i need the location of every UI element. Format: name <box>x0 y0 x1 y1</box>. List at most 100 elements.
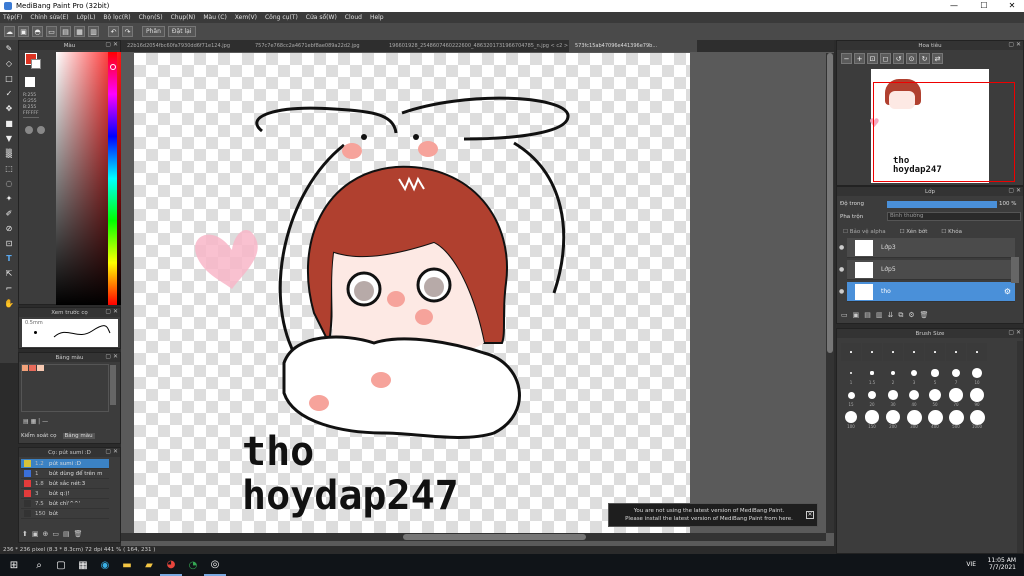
color-slider-icon[interactable] <box>37 126 45 134</box>
menu-window[interactable]: Cửa sổ(W) <box>306 14 337 21</box>
gradient-tool-icon[interactable]: ▒ <box>2 147 16 160</box>
lasso-tool-icon[interactable]: ◌ <box>2 177 16 190</box>
layer-settings-icon[interactable]: ⚙ <box>908 311 914 320</box>
menu-color[interactable]: Màu (C) <box>203 14 226 21</box>
brush-size-option[interactable]: 400 <box>925 409 945 429</box>
brush-size-option[interactable]: 90 <box>967 387 987 407</box>
brush-size-option[interactable]: 40 <box>904 387 924 407</box>
brush-size-option[interactable]: 300 <box>904 409 924 429</box>
brush-copy-icon[interactable]: ▣ <box>32 530 39 538</box>
protect-alpha-checkbox[interactable]: ☐ Bảo vệ alpha <box>843 229 886 235</box>
brush-add-icon[interactable]: ⬆ <box>22 530 28 538</box>
document-canvas[interactable]: tho hoydap247 <box>134 53 690 533</box>
chrome-2-icon[interactable]: ◔ <box>182 554 204 576</box>
chrome-icon[interactable]: ◕ <box>160 554 182 576</box>
brush-list-item[interactable]: 3 bút q:)! <box>21 489 109 499</box>
save-icon[interactable]: ▣ <box>18 26 29 37</box>
tab-document-3[interactable]: 196601928_2548607460222600_4863201731966… <box>383 40 569 52</box>
menu-edit[interactable]: Chỉnh sửa(E) <box>30 14 68 21</box>
palette-swatch-1[interactable] <box>21 364 28 371</box>
transparent-color-swatch[interactable] <box>25 77 35 87</box>
hue-slider[interactable] <box>108 52 117 305</box>
brush-size-option[interactable]: 30 <box>883 387 903 407</box>
brush-size-option-small[interactable] <box>841 343 861 361</box>
reset-button[interactable]: Đặt lại <box>167 26 196 37</box>
bucket-tool-icon[interactable]: ▼ <box>2 132 16 145</box>
brush-size-option[interactable]: 3 <box>904 365 924 385</box>
tab-document-4[interactable]: 573fc15ab47096e441396e79b... <box>569 40 697 52</box>
clipping-checkbox[interactable]: ☐ Xén bớt <box>900 229 928 235</box>
eraser-tool-icon[interactable]: ◇ <box>2 57 16 70</box>
comment-icon[interactable]: ◓ <box>32 26 43 37</box>
brush-size-option[interactable]: 1 <box>841 365 861 385</box>
undo-icon[interactable]: ↶ <box>108 26 119 37</box>
brush-list-item[interactable]: 1 bút dùng để trên m <box>21 469 109 479</box>
language-indicator[interactable]: VIE <box>966 561 976 568</box>
select-rect-tool-icon[interactable]: ⬚ <box>2 162 16 175</box>
layer-visibility-icon[interactable]: ● <box>839 266 844 273</box>
export-icon[interactable]: ▤ <box>60 26 71 37</box>
actual-size-icon[interactable]: ◻ <box>880 53 891 64</box>
layer-scrollbar[interactable] <box>1011 257 1019 283</box>
operation-tool-icon[interactable]: ⇱ <box>2 267 16 280</box>
brush-size-option-small[interactable] <box>946 343 966 361</box>
medibang-icon[interactable]: ◎ <box>204 554 226 576</box>
transform-tool-icon[interactable]: ⊡ <box>2 237 16 250</box>
palette-swatch-2[interactable] <box>29 364 36 371</box>
move-tool-icon[interactable]: ✥ <box>2 102 16 115</box>
merge-layer-icon[interactable]: ⇊ <box>888 311 894 320</box>
duplicate-layer-icon[interactable]: ⧉ <box>898 311 903 320</box>
vertical-scrollbar[interactable] <box>826 53 834 533</box>
brush-size-option[interactable]: 1.5 <box>862 365 882 385</box>
fill-rect-tool-icon[interactable]: ■ <box>2 117 16 130</box>
brush-size-option[interactable]: 2 <box>883 365 903 385</box>
tab-palette[interactable]: Bảng màu <box>62 433 95 439</box>
rotate-right-icon[interactable]: ↻ <box>919 53 930 64</box>
brush-size-option[interactable]: 70 <box>946 387 966 407</box>
select-pen-tool-icon[interactable]: ✐ <box>2 207 16 220</box>
brush-size-option[interactable]: 20 <box>862 387 882 407</box>
shape-tool-icon[interactable]: □ <box>2 72 16 85</box>
navigator-viewport[interactable] <box>873 82 1015 182</box>
menu-cloud[interactable]: Cloud <box>345 14 362 21</box>
menu-select[interactable]: Chọn(S) <box>139 14 163 21</box>
window-icon[interactable]: ▭ <box>46 26 57 37</box>
notice-close-icon[interactable]: ✕ <box>806 511 814 519</box>
tab-document-1[interactable]: 22b16d2054fbc60fa7930dd6f71e124.jpg <box>121 40 249 52</box>
task-view-icon[interactable]: ▢ <box>50 554 72 576</box>
layer-visibility-icon[interactable]: ● <box>839 288 844 295</box>
cloud-icon[interactable]: ☁ <box>4 26 15 37</box>
check-tool-icon[interactable]: ✓ <box>2 87 16 100</box>
menu-view[interactable]: Xem(V) <box>235 14 257 21</box>
rotate-left-icon[interactable]: ↺ <box>893 53 904 64</box>
new-halftone-layer-icon[interactable]: ▣ <box>853 311 860 320</box>
system-clock[interactable]: 11:05 AM 7/7/2021 <box>988 557 1016 571</box>
brush-size-scrollbar[interactable] <box>1017 341 1023 553</box>
brush-size-option[interactable]: 15 <box>841 387 861 407</box>
update-notice[interactable]: You are not using the latest version of … <box>608 503 818 527</box>
menu-snap[interactable]: Chụp(N) <box>171 14 196 21</box>
brush-delete-icon[interactable]: 🗑 <box>74 530 83 538</box>
fit-icon[interactable]: ⊡ <box>867 53 878 64</box>
brush-size-option-small[interactable] <box>862 343 882 361</box>
layer-item[interactable]: ● Lớp3 <box>839 238 1015 258</box>
menu-tools[interactable]: Công cụ(T) <box>265 14 298 21</box>
layer-visibility-icon[interactable]: ● <box>839 244 844 251</box>
edge-icon[interactable]: ◉ <box>94 554 116 576</box>
background-color-swatch[interactable] <box>31 59 41 69</box>
zoom-in-icon[interactable]: + <box>854 53 865 64</box>
new-layer-icon[interactable]: ▭ <box>841 311 848 320</box>
palette-add-icon[interactable]: ▤ ▦ | — <box>23 418 48 425</box>
vertical-scroll-thumb[interactable] <box>827 53 833 353</box>
menu-filter[interactable]: Bộ lọc(R) <box>103 14 130 21</box>
maximize-button[interactable]: ☐ <box>974 0 994 12</box>
eraser-select-tool-icon[interactable]: ⊘ <box>2 222 16 235</box>
store-icon[interactable]: ▦ <box>72 554 94 576</box>
horizontal-scroll-thumb[interactable] <box>403 534 586 540</box>
brush-tool-icon[interactable]: ✎ <box>2 42 16 55</box>
brush-list-item[interactable]: 1.2 pút sumi :D <box>21 459 109 469</box>
brush-size-option[interactable]: 5 <box>925 365 945 385</box>
mode-button[interactable]: Phân <box>142 26 165 37</box>
brush-list-item[interactable]: 150 bút <box>21 509 109 519</box>
grid-icon[interactable]: ▥ <box>88 26 99 37</box>
